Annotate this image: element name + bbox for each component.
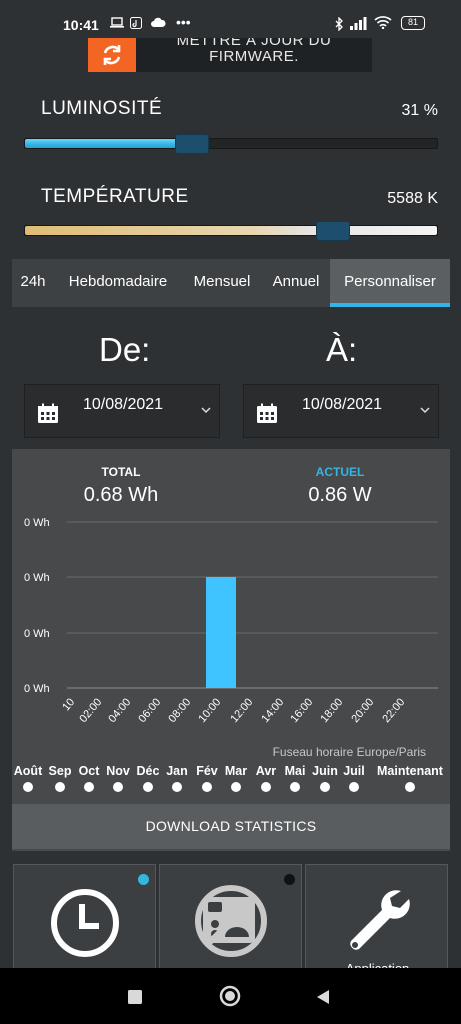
x-tick-label: 02:00	[77, 696, 104, 725]
tile-display[interactable]	[159, 864, 302, 974]
from-label: De:	[99, 331, 151, 368]
circle-icon[interactable]	[219, 985, 241, 1007]
month-dot[interactable]	[202, 782, 212, 792]
tile-application[interactable]: Application	[305, 864, 448, 975]
square-icon[interactable]	[128, 990, 142, 1004]
x-tick-label: 12:00	[228, 696, 255, 725]
brightness-thumb[interactable]	[175, 134, 210, 154]
status-time: 10:41	[63, 17, 99, 33]
month-dot[interactable]	[113, 782, 123, 792]
brightness-fill	[25, 139, 178, 148]
brightness-slider[interactable]	[24, 134, 438, 154]
month-dot[interactable]	[143, 782, 153, 792]
period-tabs: 24h Hebdomadaire Mensuel Annuel Personna…	[12, 259, 450, 307]
calendar-icon	[37, 403, 59, 424]
month-dot[interactable]	[405, 782, 415, 792]
x-tick-label: 10	[60, 696, 77, 713]
current-value: 0.86 W	[308, 484, 372, 506]
y-tick-label: 0 Wh	[24, 628, 50, 640]
calendar-icon	[256, 403, 278, 424]
clock-icon	[51, 889, 119, 957]
signal-icon	[350, 17, 368, 33]
energy-bar-chart: 0 Wh 0 Wh 0 Wh 0 Wh 10 02:00 04:00 06:00 08:00 10…	[24, 517, 438, 725]
x-tick-label: 10:00	[196, 696, 223, 725]
temperature-fill	[25, 226, 437, 235]
y-tick-label: 0 Wh	[24, 572, 50, 584]
y-tick-label: 0 Wh	[24, 683, 50, 695]
tiktok-icon	[130, 17, 142, 32]
month-dot[interactable]	[320, 782, 330, 792]
feature-tiles: Application	[13, 864, 449, 975]
x-tick-label: 06:00	[136, 696, 163, 725]
y-tick-label: 0 Wh	[24, 517, 50, 529]
month-dot[interactable]	[290, 782, 300, 792]
to-date-picker[interactable]: 10/08/2021	[243, 384, 439, 438]
back-triangle-icon[interactable]	[316, 989, 330, 1005]
x-tick-label: 16:00	[288, 696, 315, 725]
brightness-value: 31 %	[401, 102, 438, 119]
temperature-thumb[interactable]	[315, 221, 350, 241]
x-tick-label: 04:00	[106, 696, 133, 725]
wrench-icon	[350, 890, 410, 950]
more-notifications-icon: •••	[176, 14, 191, 30]
total-value: 0.68 Wh	[83, 484, 159, 506]
no-display-icon	[195, 885, 267, 957]
temperature-slider[interactable]	[24, 221, 438, 241]
to-date-value: 10/08/2021	[301, 396, 383, 413]
chevron-down-icon	[201, 405, 211, 417]
tile-status-dot	[284, 874, 295, 885]
from-date-picker[interactable]: 10/08/2021	[24, 384, 220, 438]
laptop-icon	[110, 17, 124, 32]
refresh-icon[interactable]	[88, 38, 136, 72]
month-dot[interactable]	[349, 782, 359, 792]
tile-status-dot	[138, 874, 149, 885]
x-tick-label: 08:00	[166, 696, 193, 725]
tab-24h[interactable]: 24h	[12, 259, 54, 307]
month-dot[interactable]	[261, 782, 271, 792]
battery-indicator: 81	[401, 16, 425, 30]
firmware-update-text[interactable]: METTRE À JOUR DU FIRMWARE.	[140, 38, 368, 72]
month-dot[interactable]	[84, 782, 94, 792]
wifi-icon	[374, 15, 392, 32]
temperature-label: TEMPÉRATURE	[41, 186, 189, 207]
x-tick-label: 14:00	[259, 696, 286, 725]
banner-line-2: FIRMWARE.	[209, 48, 299, 65]
total-label: TOTAL	[101, 465, 141, 479]
tab-yearly[interactable]: Annuel	[262, 259, 330, 307]
download-statistics-button[interactable]: DOWNLOAD STATISTICS	[12, 804, 450, 849]
month-dot[interactable]	[55, 782, 65, 792]
chart-bar	[206, 577, 236, 688]
month-dot[interactable]	[23, 782, 33, 792]
month-selector: Août Sep Oct Nov Déc Jan Fév Mar Avr Mai Juin Juil M…	[0, 764, 461, 804]
bluetooth-icon	[335, 16, 344, 34]
month-dot[interactable]	[231, 782, 241, 792]
timezone-label: Fuseau horaire Europe/Paris	[272, 745, 426, 759]
to-label: À:	[326, 331, 358, 368]
system-navigation-bar	[0, 968, 461, 1024]
x-tick-label: 22:00	[380, 696, 407, 725]
month-label[interactable]: Maintenant	[370, 764, 450, 778]
temperature-value: 5588 K	[387, 190, 438, 207]
from-date-value: 10/08/2021	[82, 396, 164, 413]
tile-schedule[interactable]	[13, 864, 156, 974]
tab-weekly[interactable]: Hebdomadaire	[54, 259, 182, 307]
x-tick-label: 18:00	[318, 696, 345, 725]
x-tick-label: 20:00	[349, 696, 376, 725]
tab-monthly[interactable]: Mensuel	[182, 259, 262, 307]
cloud-icon	[150, 17, 166, 31]
month-dot[interactable]	[172, 782, 182, 792]
tab-custom[interactable]: Personnaliser	[330, 259, 450, 307]
current-label: ACTUEL	[315, 465, 365, 479]
status-bar: 10:41 ••• 81	[0, 0, 461, 38]
brightness-label: LUMINOSITÉ	[41, 98, 163, 119]
chevron-down-icon	[420, 405, 430, 417]
